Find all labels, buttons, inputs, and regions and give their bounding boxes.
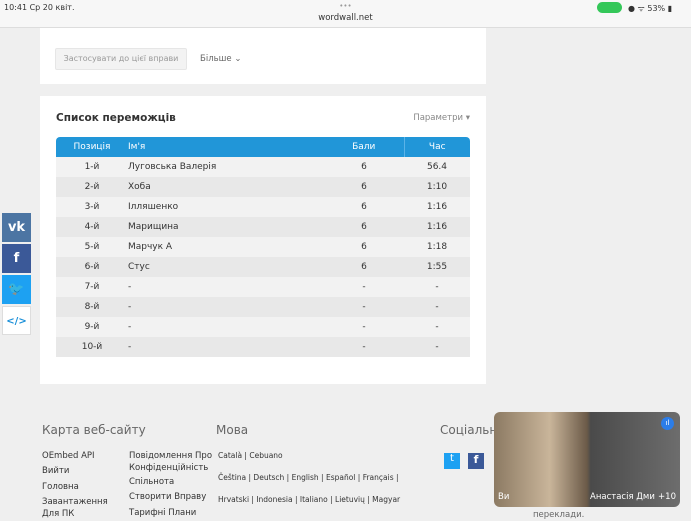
position-cell: 1-й — [56, 157, 128, 177]
language-links[interactable]: Čeština | Deutsch | English | Español | … — [218, 472, 399, 484]
facebook-icon[interactable]: f — [468, 453, 484, 469]
status-bar: 10:41 Ср 20 квіт. ••• wordwall.net ● ᯤ 5… — [0, 0, 691, 28]
facebook-share-button[interactable]: f — [2, 244, 31, 273]
sitemap-title: Карта веб-сайту — [42, 423, 146, 437]
time-cell: 1:55 — [404, 257, 470, 277]
score-cell: - — [324, 277, 404, 297]
score-cell: 6 — [324, 157, 404, 177]
col-time: Час — [403, 137, 470, 157]
language-links[interactable]: Hrvatski | Indonesia | Italiano | Lietuv… — [218, 494, 400, 506]
score-cell: - — [324, 297, 404, 317]
time-cell: - — [404, 317, 470, 337]
battery: ● ᯤ 53% ▮ — [628, 4, 673, 13]
position-cell: 6-й — [56, 257, 128, 277]
score-cell: 6 — [324, 237, 404, 257]
position-cell: 9-й — [56, 317, 128, 337]
name-cell: Стус — [128, 257, 324, 277]
social-title: Соціальні — [440, 423, 501, 437]
footer-link[interactable]: Тарифні Плани — [129, 507, 196, 519]
camera-indicator[interactable] — [597, 2, 622, 13]
participant-count: +10 — [658, 492, 676, 502]
name-cell: - — [128, 277, 324, 297]
table-row: 9-й - - - — [56, 317, 470, 337]
name-cell: Ілляшенко — [128, 197, 324, 217]
footer-link[interactable]: Спільнота — [129, 476, 174, 488]
more-dots[interactable]: ••• — [0, 2, 691, 10]
name-cell: Луговська Валерія — [128, 157, 324, 177]
time-cell: - — [404, 337, 470, 357]
table-row: 3-й Ілляшенко 6 1:16 — [56, 197, 470, 217]
video-call-overlay[interactable]: Ви Анастасія Дми +10 ıl — [494, 412, 680, 507]
vk-share-button[interactable]: vk — [2, 213, 31, 242]
audio-icon[interactable]: ıl — [661, 417, 674, 430]
score-cell: - — [324, 337, 404, 357]
twitter-share-button[interactable]: 🐦 — [2, 275, 31, 304]
settings-card: Застосувати до цієї вправи Більше ⌄ — [40, 28, 486, 84]
score-cell: 6 — [324, 197, 404, 217]
name-cell: Марищина — [128, 217, 324, 237]
position-cell: 4-й — [56, 217, 128, 237]
footer-link[interactable]: Створити Вправу — [129, 491, 206, 503]
table-row: 7-й - - - — [56, 277, 470, 297]
name-cell: Марчук А — [128, 237, 324, 257]
position-cell: 5-й — [56, 237, 128, 257]
time-cell: 56.4 — [404, 157, 470, 177]
leaderboard-table: Позиція Ім'я Бали Час 1-й Луговська Валер… — [56, 137, 470, 357]
time-cell: 1:10 — [404, 177, 470, 197]
table-row: 2-й Хоба 6 1:10 — [56, 177, 470, 197]
language-links[interactable]: Català | Cebuano — [218, 450, 283, 462]
score-cell: 6 — [324, 257, 404, 277]
name-cell: - — [128, 317, 324, 337]
twitter-icon[interactable]: t — [444, 453, 460, 469]
footer-link[interactable]: Завантаження Для ПК — [42, 496, 127, 520]
col-name: Ім'я — [128, 137, 324, 157]
time-cell: - — [404, 277, 470, 297]
table-row: 4-й Марищина 6 1:16 — [56, 217, 470, 237]
position-cell: 8-й — [56, 297, 128, 317]
time-cell: 1:16 — [404, 217, 470, 237]
table-row: 5-й Марчук А 6 1:18 — [56, 237, 470, 257]
time-cell: 1:16 — [404, 197, 470, 217]
more-dropdown[interactable]: Більше ⌄ — [200, 54, 241, 64]
table-row: 8-й - - - — [56, 297, 470, 317]
time-cell: - — [404, 297, 470, 317]
name-cell: Хоба — [128, 177, 324, 197]
params-dropdown[interactable]: Параметри ▾ — [413, 113, 470, 123]
col-position: Позиція — [56, 137, 128, 157]
embed-button[interactable]: </> — [2, 306, 31, 335]
table-row: 1-й Луговська Валерія 6 56.4 — [56, 157, 470, 177]
url-bar[interactable]: wordwall.net — [0, 13, 691, 23]
col-score: Бали — [324, 137, 404, 157]
score-cell: 6 — [324, 217, 404, 237]
self-label: Ви — [498, 492, 510, 502]
footer-link[interactable]: Вийти — [42, 465, 69, 477]
position-cell: 3-й — [56, 197, 128, 217]
participant-label: Анастасія Дми — [590, 492, 655, 502]
score-cell: 6 — [324, 177, 404, 197]
footer-link[interactable]: OEmbed API — [42, 450, 95, 462]
table-row: 10-й - - - — [56, 337, 470, 357]
footer-link[interactable]: Повідомлення Про Конфіденційність — [129, 450, 214, 474]
leaderboard-title: Список переможців — [56, 112, 176, 124]
table-row: 6-й Стус 6 1:55 — [56, 257, 470, 277]
footer-link[interactable]: Головна — [42, 481, 79, 493]
name-cell: - — [128, 337, 324, 357]
position-cell: 2-й — [56, 177, 128, 197]
footer-text: переклади. — [533, 510, 585, 520]
position-cell: 7-й — [56, 277, 128, 297]
language-title: Мова — [216, 423, 249, 437]
score-cell: - — [324, 317, 404, 337]
name-cell: - — [128, 297, 324, 317]
position-cell: 10-й — [56, 337, 128, 357]
time-cell: 1:18 — [404, 237, 470, 257]
leaderboard-card: Список переможців Параметри ▾ Позиція Ім… — [40, 96, 486, 384]
apply-button[interactable]: Застосувати до цієї вправи — [55, 48, 187, 70]
